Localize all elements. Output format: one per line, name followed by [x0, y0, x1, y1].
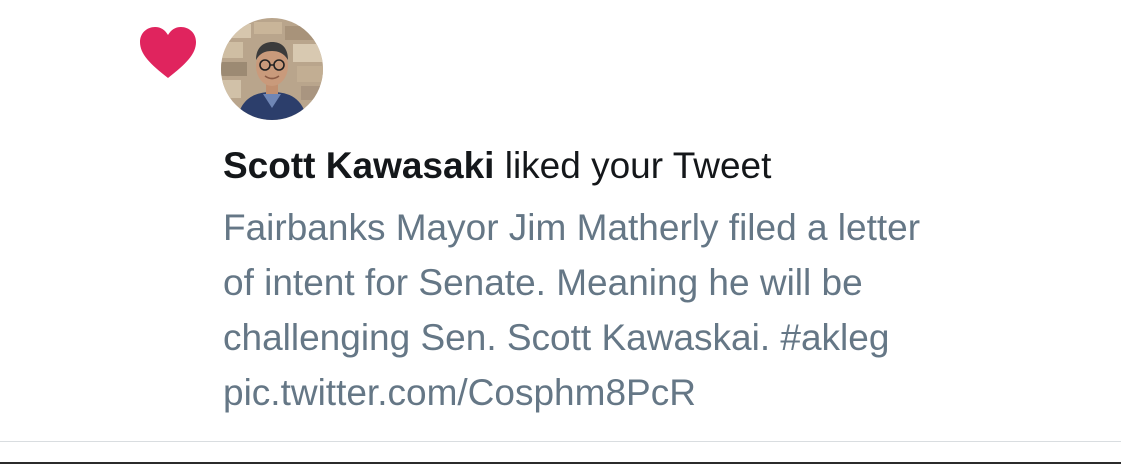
notification-headline: Scott Kawasaki liked your Tweet: [223, 140, 771, 192]
tweet-line: Fairbanks Mayor Jim Matherly filed a let…: [223, 207, 921, 248]
heart-icon: [140, 27, 196, 78]
user-name[interactable]: Scott Kawasaki: [223, 145, 494, 186]
like-notification[interactable]: Scott Kawasaki liked your Tweet Fairbank…: [0, 0, 1121, 467]
divider: [0, 462, 1121, 464]
tweet-link[interactable]: pic.twitter.com/Cosphm8PcR: [223, 365, 1103, 420]
action-text: liked your Tweet: [494, 145, 772, 186]
avatar[interactable]: [221, 18, 323, 120]
tweet-line: challenging Sen. Scott Kawaskai. #akleg: [223, 317, 890, 358]
tweet-text[interactable]: Fairbanks Mayor Jim Matherly filed a let…: [223, 200, 1103, 420]
divider: [0, 441, 1121, 442]
tweet-line: of intent for Senate. Meaning he will be: [223, 262, 863, 303]
